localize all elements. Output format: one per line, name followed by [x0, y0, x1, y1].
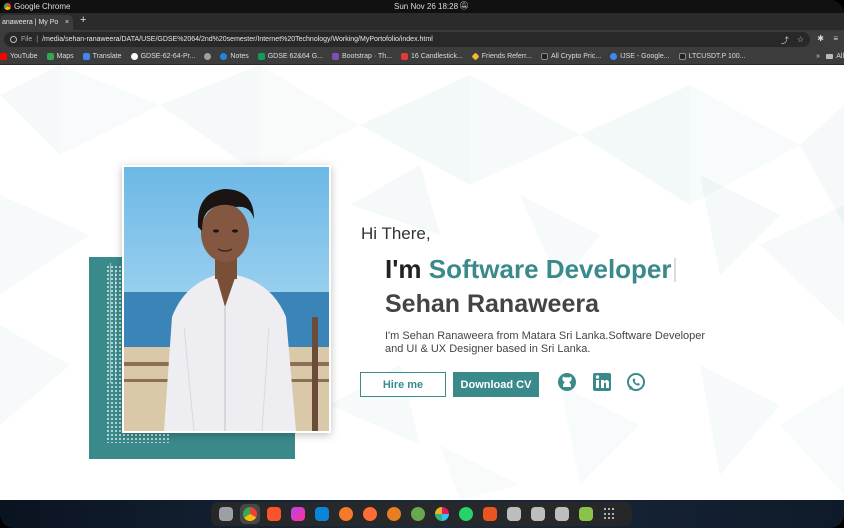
- google-drive-icon: [610, 53, 618, 60]
- bookmark-gdse-group[interactable]: GDSE 62&64 G...: [257, 53, 323, 60]
- dock-software-center-icon[interactable]: [480, 504, 500, 524]
- tab-title: anaweera | My Po: [2, 19, 59, 26]
- scheme-label: File: [21, 36, 33, 43]
- address-bar[interactable]: File | /media/sehan-ranaweera/DATA/USE/G…: [4, 32, 810, 47]
- system-top-bar: Google Chrome Sun Nov 26 18:28 🔕︎: [0, 0, 844, 13]
- url-text[interactable]: /media/sehan-ranaweera/DATA/USE/GDSE%206…: [42, 36, 433, 43]
- show-apps-grid-icon[interactable]: [600, 504, 620, 524]
- browser-menu-icon[interactable]: ≡: [833, 34, 838, 43]
- bootstrap-icon: [331, 53, 339, 60]
- dock-window-icon[interactable]: [552, 504, 572, 524]
- extensions-puzzle-icon[interactable]: ✱: [817, 34, 824, 43]
- browser-toolbar: File | /media/sehan-ranaweera/DATA/USE/G…: [0, 30, 844, 49]
- bookmark-ijse-google[interactable]: IJSE - Google...: [610, 53, 670, 60]
- tradingview-icon: [540, 53, 548, 60]
- dock-orange-app-icon[interactable]: [384, 504, 404, 524]
- dock-gnome-app-icon[interactable]: [408, 504, 428, 524]
- tradingview-icon: [678, 53, 686, 60]
- clock[interactable]: Sun Nov 26 18:28: [394, 2, 458, 11]
- decorative-line: [115, 270, 116, 380]
- new-tab-button[interactable]: +: [80, 14, 86, 26]
- bookmark-bootstrap[interactable]: Bootstrap · Th...: [331, 53, 392, 60]
- hero-greeting: Hi There,: [361, 224, 431, 243]
- candlestick-icon: [401, 53, 409, 60]
- bookmark-crypto-prices[interactable]: All Crypto Pric...: [540, 53, 601, 60]
- dock-blender-icon[interactable]: [336, 504, 356, 524]
- hero-role-prefix: I'm: [385, 254, 422, 284]
- dock: [211, 502, 632, 526]
- close-tab-icon[interactable]: ×: [65, 19, 69, 26]
- hire-me-button[interactable]: Hire me: [360, 372, 446, 397]
- typing-cursor: [673, 258, 676, 282]
- notification-bell-icon[interactable]: 🔕︎: [459, 1, 469, 10]
- portrait-image: [124, 167, 329, 431]
- dock-phpstorm-icon[interactable]: [288, 504, 308, 524]
- hero-name: Sehan Ranaweera: [385, 290, 599, 318]
- bookmark-translate[interactable]: Translate: [82, 53, 122, 60]
- chrome-icon: [4, 3, 11, 10]
- globe-icon: [204, 53, 212, 60]
- github-icon[interactable]: [557, 372, 577, 392]
- bookmark-github[interactable]: GDSE-62-64-Pr...: [130, 53, 195, 60]
- dock-postman-icon[interactable]: [360, 504, 380, 524]
- profile-photo: [122, 165, 331, 433]
- notes-icon: [220, 53, 228, 60]
- binance-icon: [471, 52, 480, 61]
- hero-role-line: I'm Software Developer: [385, 254, 676, 285]
- bookmark-maps[interactable]: Maps: [46, 53, 74, 60]
- dock-whatsapp-icon[interactable]: [456, 504, 476, 524]
- active-app-indicator[interactable]: Google Chrome: [4, 2, 70, 11]
- info-icon[interactable]: [10, 36, 17, 43]
- translate-icon: [82, 53, 90, 60]
- dock-trash-icon[interactable]: [576, 504, 596, 524]
- bookmark-ltcusdt[interactable]: LTCUSDT.P 100...: [678, 53, 746, 60]
- desktop-screen: Google Chrome Sun Nov 26 18:28 🔕︎ anawee…: [0, 0, 844, 528]
- bookmark-notes[interactable]: Notes: [220, 53, 249, 60]
- youtube-icon: [0, 53, 7, 60]
- bookmark-candlestick[interactable]: 16 Candlestick...: [401, 53, 463, 60]
- hero-role-typed: Software Developer: [428, 254, 672, 284]
- maps-icon: [46, 53, 54, 60]
- all-bookmarks-folder[interactable]: All: [826, 53, 844, 60]
- more-bookmarks-chevron-icon[interactable]: »: [816, 53, 820, 60]
- dock-slack-icon[interactable]: [432, 504, 452, 524]
- share-icon[interactable]: ⤴: [781, 35, 789, 46]
- bookmark-youtube[interactable]: YouTube: [0, 53, 38, 60]
- dock-window-icon[interactable]: [504, 504, 524, 524]
- dock-vscode-icon[interactable]: [312, 504, 332, 524]
- hero-description: I'm Sehan Ranaweera from Matara Sri Lank…: [385, 330, 706, 355]
- portfolio-page: Hi There, I'm Software Developer Sehan R…: [0, 65, 844, 500]
- bookmark-friends-referral[interactable]: Friends Referr...: [471, 52, 532, 61]
- sheets-icon: [257, 53, 265, 60]
- bookmarks-bar: YouTube Maps Translate GDSE-62-64-Pr... …: [0, 49, 844, 65]
- browser-tab-active[interactable]: anaweera | My Po ×: [0, 15, 73, 30]
- tab-strip: anaweera | My Po × ⌄: [0, 13, 844, 37]
- dock-brave-icon[interactable]: [264, 504, 284, 524]
- whatsapp-icon[interactable]: [626, 372, 646, 392]
- dock-files-icon[interactable]: [216, 504, 236, 524]
- bookmark-star-icon[interactable]: ☆: [797, 35, 804, 46]
- decorative-line: [110, 263, 111, 383]
- separator: |: [36, 36, 39, 43]
- download-cv-button[interactable]: Download CV: [453, 372, 539, 397]
- dock-chrome-icon[interactable]: [240, 504, 260, 524]
- dock-window-icon[interactable]: [528, 504, 548, 524]
- github-icon: [130, 53, 138, 60]
- bookmark-unnamed[interactable]: [204, 53, 212, 60]
- linkedin-icon[interactable]: [592, 372, 612, 392]
- folder-icon: [826, 54, 834, 59]
- active-app-name: Google Chrome: [14, 2, 71, 11]
